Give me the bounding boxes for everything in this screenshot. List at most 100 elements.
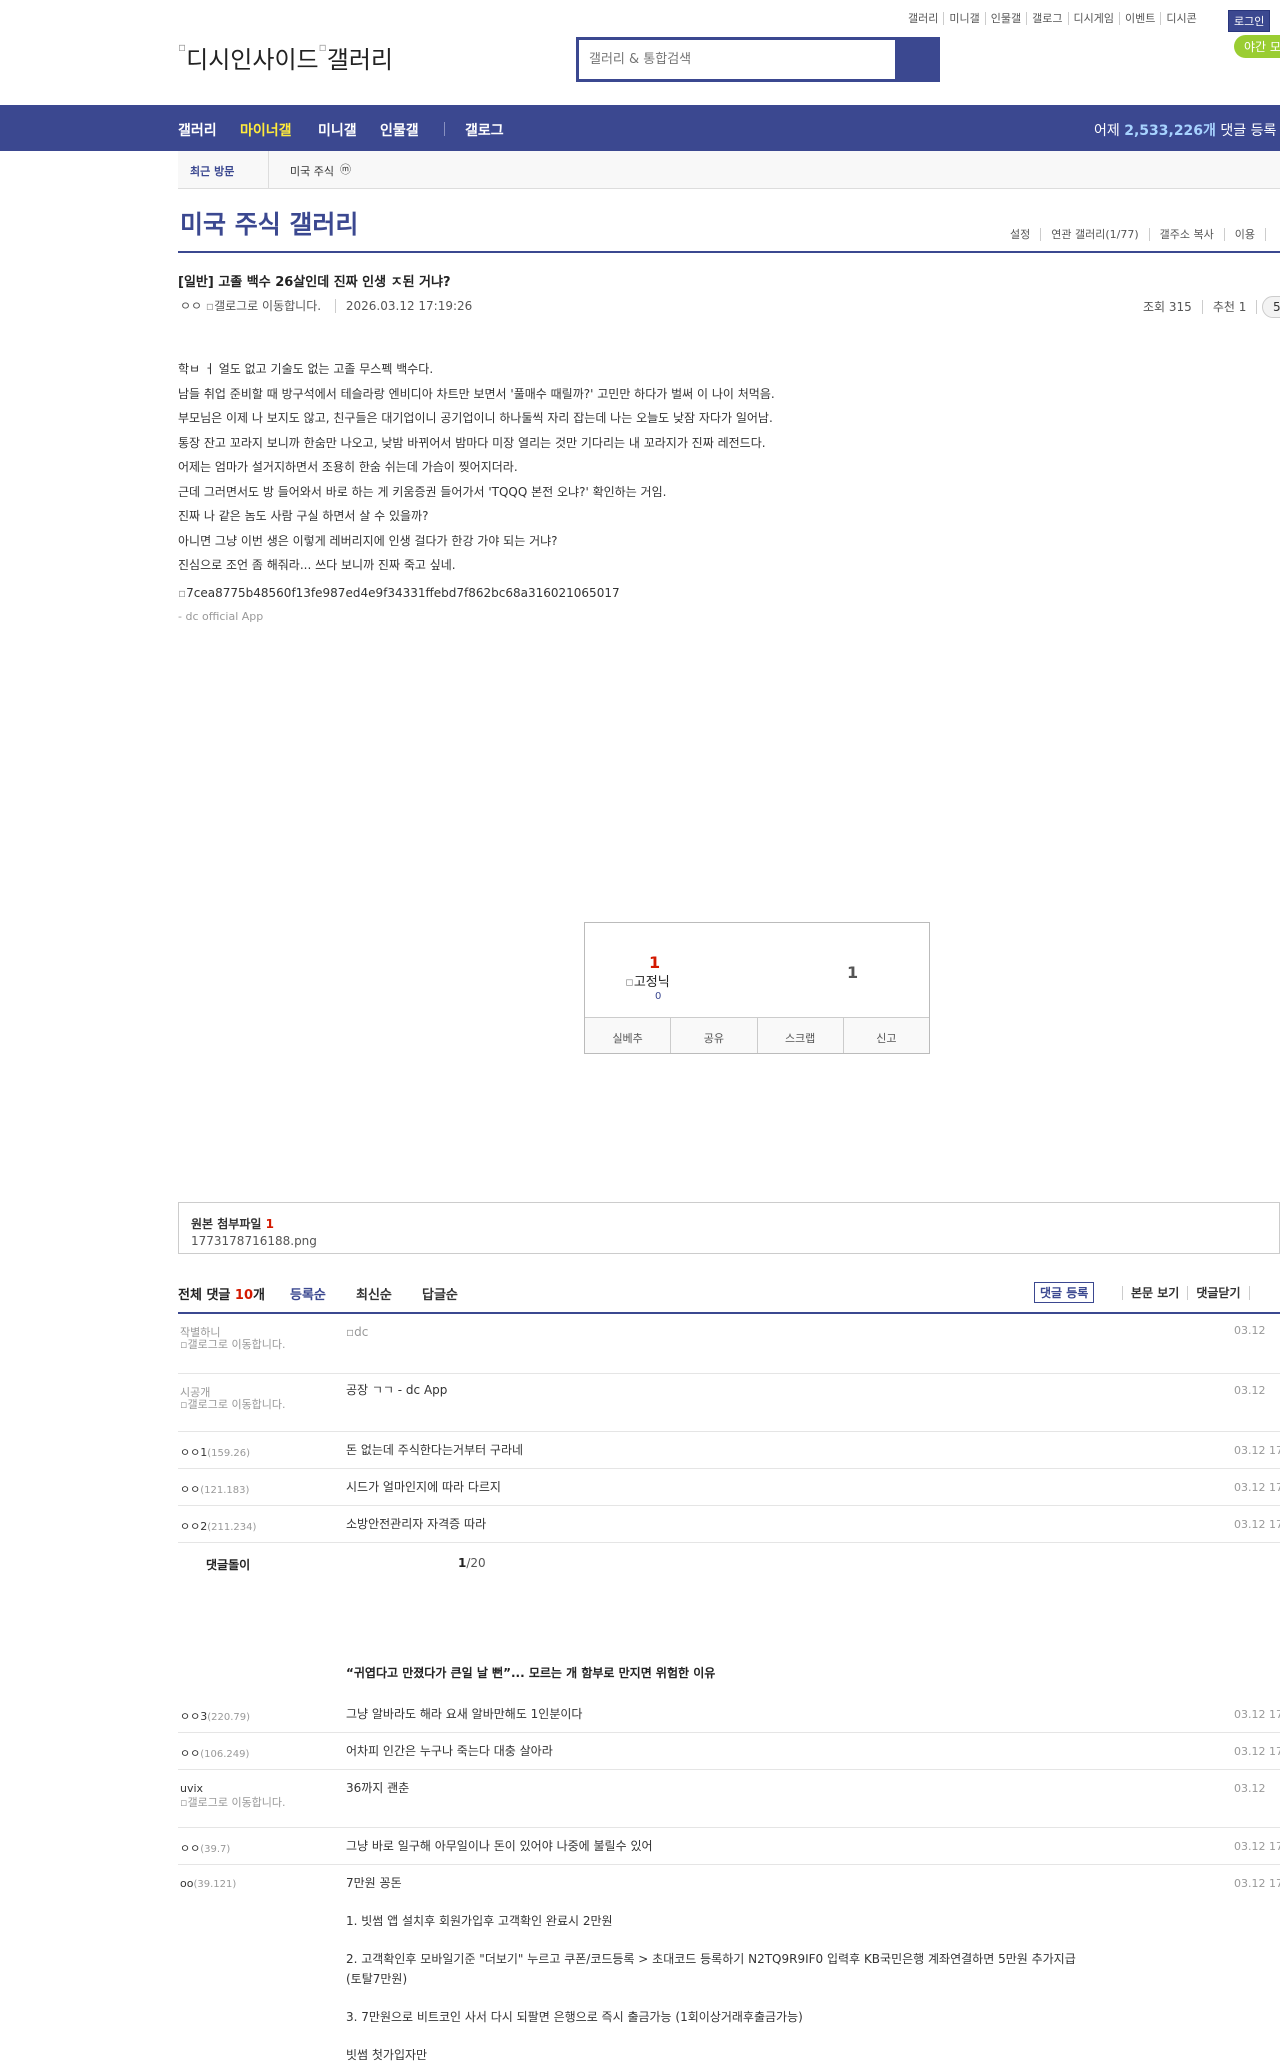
post-date: 2026.03.12 17:19:26	[334, 299, 473, 313]
comment-nick[interactable]: ㅇㅇ1(159.26)	[180, 1444, 250, 1460]
comment-nick[interactable]: oo(39.121)	[180, 1877, 236, 1890]
login-button[interactable]: 로그인	[1228, 10, 1271, 32]
post-line: 진짜 나 같은 놈도 사람 구실 하면서 살 수 있을까?	[178, 509, 429, 523]
comment-row: ㅇㅇ1(159.26) 돈 없는데 주식한다는거부터 구라네 03.12 17	[178, 1432, 1280, 1469]
broken-image-icon: ▫	[178, 40, 187, 54]
register-comment-button[interactable]: 댓글 등록	[1034, 1282, 1095, 1303]
post-meta: ㅇㅇ ▫갤로그로 이동합니다. 2026.03.12 17:19:26	[180, 297, 473, 314]
comment-date: 03.12 17	[1234, 1518, 1280, 1531]
broken-image-icon: ▫	[318, 40, 327, 54]
top-link-dccon[interactable]: 디시콘	[1161, 12, 1201, 25]
comments-header: 전체 댓글 10개 등록순 최신순 답글순 댓글 등록 본문 보기 댓글닫기	[178, 1282, 1280, 1314]
gnb-gallog[interactable]: 갤로그	[465, 120, 504, 140]
related-galleries-link[interactable]: 연관 갤러리(1/77)	[1041, 228, 1150, 241]
comment-bot-row: 댓글돌이 1/20	[178, 1548, 1280, 1578]
comment-row: ㅇㅇ(39.7) 그냥 바로 일구해 아무일이나 돈이 있어야 나중에 불릴수 …	[178, 1828, 1280, 1865]
comment-date: 03.12 17	[1234, 1877, 1280, 1890]
fixed-nick-recommend-button[interactable]: ▫고정닉	[625, 971, 670, 990]
top-link-minigall[interactable]: 미니갤	[944, 12, 986, 25]
comment-date: 03.12 17	[1234, 1708, 1280, 1721]
top-link-event[interactable]: 이벤트	[1119, 12, 1162, 25]
comment-date: 03.12 17	[1234, 1745, 1280, 1758]
post-author[interactable]: ㅇㅇ	[180, 299, 202, 313]
top-link-persongall[interactable]: 인물갤	[985, 12, 1028, 25]
fixed-nick-count: 0	[655, 991, 662, 1002]
report-button[interactable]: 신고	[843, 1018, 929, 1053]
gnb-minor-gallery[interactable]: 마이너갤	[240, 120, 292, 140]
comment-nick[interactable]: uvix	[180, 1782, 203, 1795]
global-nav-bar: 갤러리 마이너갤 미니갤 인물갤 갤로그 어제 2,533,226개 댓글 등록	[0, 105, 1280, 151]
attachment-file-link[interactable]: 1773178716188.png	[191, 1234, 317, 1248]
recommend-box: 1 ▫고정닉 0 1 실베추 공유 스크랩 신고	[584, 922, 930, 1054]
top-link-dcgame[interactable]: 디시게임	[1068, 12, 1120, 25]
gnb-person-gallery[interactable]: 인물갤	[380, 120, 419, 140]
comment-nick[interactable]: ㅇㅇ(121.183)	[180, 1481, 249, 1497]
comment-row: ㅇㅇ(121.183) 시드가 얼마인지에 따라 다르지 03.12 17	[178, 1469, 1280, 1506]
search-input[interactable]	[579, 40, 879, 79]
comment-text: 36까지 괜춘	[346, 1781, 410, 1795]
comment-text: 돈 없는데 주식한다는거부터 구라네	[346, 1443, 524, 1457]
comment-text: 어차피 인간은 누구나 죽는다 대충 살아라	[346, 1744, 553, 1758]
site-logo[interactable]: ▫디시인사이드▫갤러리	[178, 40, 393, 75]
comment-row: oo(39.121) 7만원 꽁돈 1. 빗썸 앱 설치후 회원가입후 고객확인…	[178, 1865, 1280, 2066]
top-utility-links: 갤러리 미니갤 인물갤 갤로그 디시게임 이벤트 디시콘	[903, 10, 1202, 26]
comment-text: 소방안전관리자 자격증 따라	[346, 1517, 487, 1531]
view-post-link[interactable]: 본문 보기	[1122, 1286, 1188, 1300]
comment-row: 작별하니 ▫갤로그로 이동합니다. ▫dc 03.12	[178, 1316, 1280, 1374]
comment-dccon-image: ▫dc	[346, 1325, 369, 1339]
gnb-gallery[interactable]: 갤러리	[178, 120, 217, 140]
sort-replies[interactable]: 답글순	[422, 1284, 458, 1303]
post-image[interactable]: ▫7cea8775b48560f13fe987ed4e9f34331ffebd7…	[178, 586, 620, 600]
top-link-gallery[interactable]: 갤러리	[903, 12, 945, 25]
post-body: 학ㅂ ㅓ 얼도 없고 기술도 없는 고졸 무스펙 백수다. 남들 취업 준비할 …	[178, 357, 1078, 578]
recommend-up-count: 1	[649, 953, 661, 972]
share-button[interactable]: 공유	[671, 1018, 758, 1053]
gallog-link[interactable]: 갤로그로 이동합니다.	[214, 299, 321, 313]
post-line: 진심으로 조언 좀 해줘라... 쓰다 보니까 진짜 죽고 싶네.	[178, 558, 456, 572]
comment-nick[interactable]: ㅇㅇ2(211.234)	[180, 1518, 256, 1534]
comment-gallog-link[interactable]: ▫갤로그로 이동합니다.	[180, 1338, 310, 1351]
sort-latest[interactable]: 최신순	[356, 1284, 392, 1303]
ad-headline-link[interactable]: “귀엽다고 만졌다가 큰일 날 뻔”... 모르는 개 함부로 만지면 위험한 …	[346, 1664, 715, 1681]
gnb-mini-gallery[interactable]: 미니갤	[318, 120, 357, 140]
refresh-comments-link[interactable]	[1248, 1286, 1266, 1300]
comment-line: 2. 고객확인후 모바일기준 "더보기" 누르고 쿠폰/코드등록 > 초대코드 …	[346, 1952, 1076, 1986]
gallery-title-rule	[178, 251, 1280, 253]
comment-row: uvix ▫갤로그로 이동합니다. 36까지 괜춘 03.12	[178, 1770, 1280, 1828]
recent-visit-gallery-link[interactable]: 미국 주식	[290, 163, 334, 179]
comment-date: 03.12	[1234, 1782, 1266, 1795]
gallery-tools: 설정 연관 갤러리(1/77) 갤주소 복사 이용	[1000, 226, 1266, 242]
search-button[interactable]	[895, 40, 937, 79]
top-link-gallog[interactable]: 갤로그	[1027, 12, 1069, 25]
post-line: 어제는 엄마가 설거지하면서 조용히 한숨 쉬는데 가슴이 찢어지더라.	[178, 460, 518, 474]
scrap-button[interactable]: 스크랩	[757, 1018, 844, 1053]
silbe-recommend-button[interactable]: 실베추	[585, 1018, 672, 1053]
comment-count-badge[interactable]: 5	[1262, 296, 1280, 318]
comment-nick[interactable]: ㅇㅇ(39.7)	[180, 1840, 230, 1856]
comment-gallog-link[interactable]: ▫갤로그로 이동합니다.	[180, 1398, 310, 1411]
gallery-title[interactable]: 미국 주식 갤러리	[180, 205, 358, 241]
comment-bot-paging[interactable]: 1/20	[458, 1556, 486, 1570]
comment-line: 1. 빗썸 앱 설치후 회원가입후 고객확인 완료시 2만원	[346, 1914, 613, 1928]
comment-nick[interactable]: ㅇㅇ3(220.79)	[180, 1708, 250, 1724]
recommend-actions: 실베추 공유 스크랩 신고	[585, 1017, 929, 1053]
comment-gallog-link[interactable]: ▫갤로그로 이동합니다.	[180, 1796, 310, 1809]
comment-date: 03.12 17	[1234, 1840, 1280, 1853]
attachment-title: 원본 첨부파일 1	[191, 1217, 274, 1231]
copy-gallery-url-link[interactable]: 갤주소 복사	[1149, 228, 1225, 241]
recommend-down-count[interactable]: 1	[847, 963, 858, 982]
close-comments-link[interactable]: 댓글닫기	[1187, 1286, 1249, 1300]
total-comments: 전체 댓글 10개	[178, 1288, 265, 1303]
comment-line: 빗썸 첫가입자만	[346, 2048, 428, 2062]
comment-nick[interactable]: ㅇㅇ(106.249)	[180, 1745, 249, 1761]
gallery-settings-link[interactable]: 설정	[1000, 228, 1042, 241]
broken-image-icon: ▫	[346, 1325, 355, 1339]
usage-link[interactable]: 이용	[1224, 228, 1266, 241]
night-mode-toggle[interactable]: 야간 모	[1234, 35, 1280, 58]
sort-registered[interactable]: 등록순	[290, 1284, 326, 1303]
app-signature: - dc official App	[178, 610, 264, 623]
post-line: 학ㅂ ㅓ 얼도 없고 기술도 없는 고졸 무스펙 백수다.	[178, 362, 434, 376]
comment-date: 03.12 17	[1234, 1444, 1280, 1457]
post-line: 남들 취업 준비할 때 방구석에서 테슬라랑 엔비디아 차트만 보면서 '풀매수…	[178, 386, 775, 401]
post-line: 통장 잔고 꼬라지 보니까 한숨만 나오고, 낮밤 바뀌어서 밤마다 미장 열리…	[178, 435, 766, 450]
